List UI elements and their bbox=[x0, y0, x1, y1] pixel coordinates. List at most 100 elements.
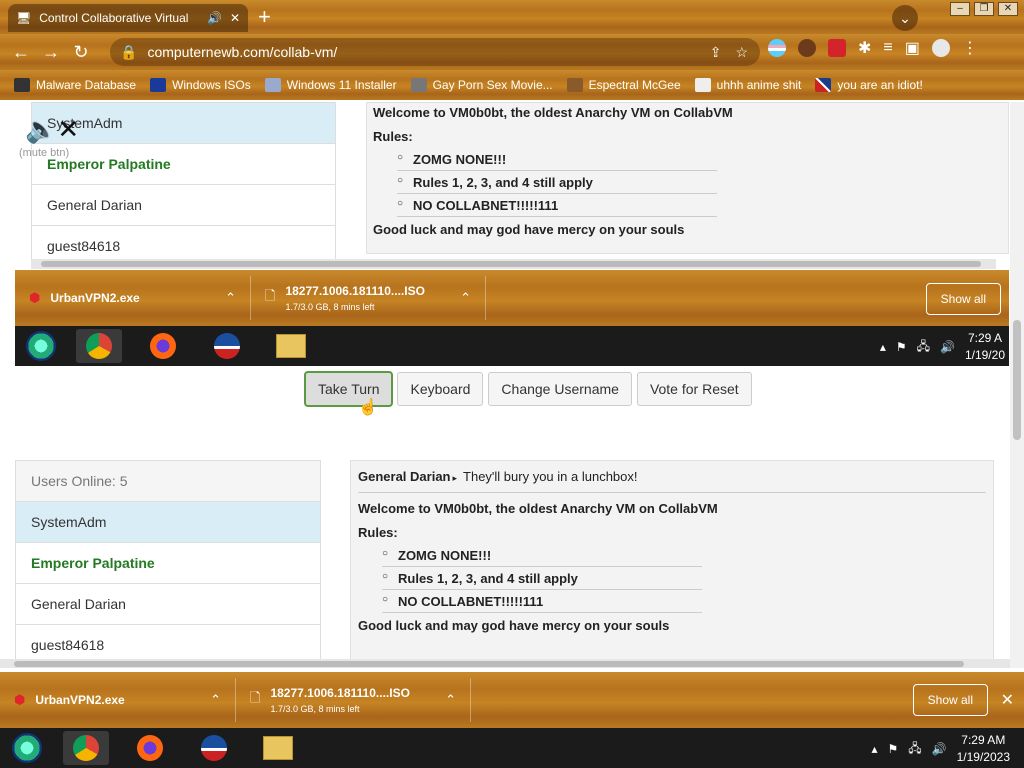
uk-flag-icon bbox=[815, 78, 832, 92]
obama-logo-icon[interactable] bbox=[191, 731, 237, 765]
media-control-icon[interactable]: ≡ bbox=[883, 39, 892, 57]
bookmark-star-icon[interactable]: ☆ bbox=[735, 44, 748, 61]
network-icon[interactable]: 🖧 bbox=[908, 739, 921, 760]
flag-icon[interactable]: ⚑ bbox=[888, 742, 899, 756]
user-item[interactable]: SystemAdm bbox=[16, 502, 320, 543]
show-all-button[interactable]: Show all bbox=[912, 684, 988, 716]
tab-close-icon[interactable]: ✕ bbox=[230, 11, 240, 25]
obama-logo-icon[interactable] bbox=[204, 329, 250, 363]
start-orb-icon[interactable] bbox=[9, 731, 45, 765]
rule-item: Rules 1, 2, 3, and 4 still apply bbox=[382, 567, 702, 590]
tab-audio-icon: 🔊 bbox=[206, 11, 222, 25]
vm-user-item: General Darian bbox=[32, 185, 335, 226]
download-item[interactable]: ⬢ UrbanVPN2.exe ⌃ bbox=[0, 678, 236, 722]
vm-show-all-button[interactable]: Show all bbox=[925, 283, 1001, 315]
anime-icon bbox=[694, 78, 711, 92]
window-controls: – ❐ ✕ bbox=[950, 2, 1018, 16]
forward-button[interactable]: → bbox=[36, 42, 66, 63]
vm-screen[interactable]: SystemAdm Emperor Palpatine General Dari… bbox=[15, 102, 1009, 366]
minimize-button[interactable]: – bbox=[950, 2, 970, 16]
profile-avatar-icon[interactable] bbox=[931, 39, 950, 57]
maximize-button[interactable]: ❐ bbox=[974, 2, 994, 16]
keyboard-button[interactable]: Keyboard bbox=[397, 372, 484, 406]
vm-download-item[interactable]: ⬢ UrbanVPN2.exe ⌃ bbox=[15, 276, 251, 320]
app-icon: ⬢ bbox=[29, 290, 41, 305]
reload-button[interactable]: ↻ bbox=[66, 42, 96, 63]
browser-toolbar: ← → ↻ 🔒 computernewb.com/collab-vm/ ⇪ ☆ … bbox=[0, 34, 1024, 70]
file-icon: 🗋 bbox=[250, 690, 261, 705]
chrome-icon[interactable] bbox=[76, 329, 122, 363]
tab-favicon-icon: 🖥 bbox=[16, 11, 32, 25]
extensions-area: ✱ ≡ ▣ ⋮ bbox=[768, 38, 978, 58]
address-bar[interactable]: 🔒 computernewb.com/collab-vm/ ⇪ ☆ bbox=[110, 38, 760, 66]
take-turn-button[interactable]: Take Turn bbox=[305, 372, 393, 406]
extension-flag-icon[interactable] bbox=[768, 39, 786, 57]
bookmark-anime[interactable]: uhhh anime shit bbox=[694, 78, 801, 92]
firefox-icon[interactable] bbox=[140, 329, 186, 363]
vm-system-tray: ▴ ⚑ 🖧 🔊 7:29 A 1/19/20 bbox=[880, 330, 1005, 364]
vm-chat-goodbye: Good luck and may god have mercy on your… bbox=[373, 222, 685, 237]
vm-taskbar: ▴ ⚑ 🖧 🔊 7:29 A 1/19/20 bbox=[15, 326, 1009, 366]
browser-tab[interactable]: 🖥 Control Collaborative Virtual 🔊 ✕ bbox=[8, 4, 248, 32]
user-item[interactable]: General Darian bbox=[16, 584, 320, 625]
firefox-icon[interactable] bbox=[127, 731, 173, 765]
extensions-puzzle-icon[interactable]: ✱ bbox=[858, 38, 871, 58]
avatar-icon bbox=[566, 78, 583, 92]
file-icon: 🗋 bbox=[265, 288, 276, 303]
vm-hscrollbar[interactable] bbox=[31, 259, 996, 269]
bookmark-movie[interactable]: Gay Porn Sex Movie... bbox=[410, 78, 553, 92]
tray-arrow-icon[interactable]: ▴ bbox=[871, 742, 877, 756]
system-tray: ▴ ⚑ 🖧 🔊 7:29 AM 1/19/2023 bbox=[871, 732, 1010, 766]
network-icon[interactable]: 🖧 bbox=[917, 337, 930, 358]
flag-icon[interactable]: ⚑ bbox=[896, 340, 907, 354]
volume-icon[interactable]: 🔊 bbox=[932, 742, 947, 756]
bookmark-windows-isos[interactable]: Windows ISOs bbox=[150, 78, 251, 92]
bookmark-you-are-an-idiot[interactable]: you are an idiot! bbox=[815, 78, 923, 92]
close-window-button[interactable]: ✕ bbox=[998, 2, 1018, 16]
taskbar: ▴ ⚑ 🖧 🔊 7:29 AM 1/19/2023 bbox=[0, 728, 1024, 768]
page-vscrollbar[interactable] bbox=[1010, 102, 1024, 668]
extension-avatar-icon[interactable] bbox=[798, 39, 816, 57]
chevron-up-icon[interactable]: ⌃ bbox=[210, 692, 221, 708]
start-orb-icon[interactable] bbox=[23, 329, 59, 363]
bookmark-malware-database[interactable]: Malware Database bbox=[14, 78, 136, 92]
vm-download-item[interactable]: 🗋 18277.1006.181110....ISO 1.7/3.0 GB, 8 … bbox=[251, 276, 486, 320]
back-button[interactable]: ← bbox=[6, 42, 36, 63]
clock[interactable]: 7:29 AM 1/19/2023 bbox=[957, 732, 1010, 766]
rule-item: NO COLLABNET!!!!!111 bbox=[382, 590, 702, 613]
close-download-bar-icon[interactable]: ✕ bbox=[1001, 690, 1014, 710]
vm-chat-rules: ZOMG NONE!!! Rules 1, 2, 3, and 4 still … bbox=[397, 148, 1002, 217]
folder-icon[interactable] bbox=[268, 329, 314, 363]
tab-search-button[interactable]: ⌄ bbox=[892, 5, 918, 31]
side-panel-icon[interactable]: ▣ bbox=[905, 38, 920, 58]
bookmark-espectral-mcgee[interactable]: Espectral McGee bbox=[566, 78, 681, 92]
users-panel: Users Online: 5 SystemAdm Emperor Palpat… bbox=[15, 460, 321, 668]
folder-icon[interactable] bbox=[255, 731, 301, 765]
extension-red-icon[interactable] bbox=[828, 39, 846, 57]
download-item[interactable]: 🗋 18277.1006.181110....ISO 1.7/3.0 GB, 8 … bbox=[236, 678, 471, 722]
chrome-icon[interactable] bbox=[63, 731, 109, 765]
vm-download-bar: ⬢ UrbanVPN2.exe ⌃ 🗋 18277.1006.181110...… bbox=[15, 270, 1009, 326]
tab-title: Control Collaborative Virtual bbox=[39, 11, 189, 25]
chevron-up-icon[interactable]: ⌃ bbox=[445, 692, 456, 708]
volume-icon[interactable]: 🔊 bbox=[940, 340, 955, 354]
browser-titlebar: 🖥 Control Collaborative Virtual 🔊 ✕ + ⌄ … bbox=[0, 0, 1024, 34]
bookmark-windows-11-installer[interactable]: Windows 11 Installer bbox=[264, 78, 397, 92]
cursor-hand-icon: ☝ bbox=[358, 399, 378, 416]
vm-chat-panel: Welcome to VM0b0bt, the oldest Anarchy V… bbox=[366, 102, 1009, 254]
user-item[interactable]: Emperor Palpatine bbox=[16, 543, 320, 584]
tray-arrow-icon[interactable]: ▴ bbox=[880, 340, 886, 354]
change-username-button[interactable]: Change Username bbox=[488, 372, 632, 406]
chevron-up-icon[interactable]: ⌃ bbox=[225, 290, 236, 306]
vote-reset-button[interactable]: Vote for Reset bbox=[636, 372, 752, 406]
share-icon[interactable]: ⇪ bbox=[710, 44, 722, 61]
chevron-up-icon[interactable]: ⌃ bbox=[460, 290, 471, 306]
vm-clock[interactable]: 7:29 A 1/19/20 bbox=[965, 330, 1005, 364]
mute-button[interactable]: 🔈✕ (mute btn) bbox=[19, 114, 79, 159]
new-tab-button[interactable]: + bbox=[258, 6, 271, 28]
chat-text: They'll bury you in a lunchbox! bbox=[463, 469, 638, 484]
menu-kebab-icon[interactable]: ⋮ bbox=[962, 38, 978, 58]
skull-icon bbox=[14, 78, 30, 92]
page-hscrollbar[interactable] bbox=[0, 659, 1010, 668]
image-icon bbox=[264, 78, 281, 92]
